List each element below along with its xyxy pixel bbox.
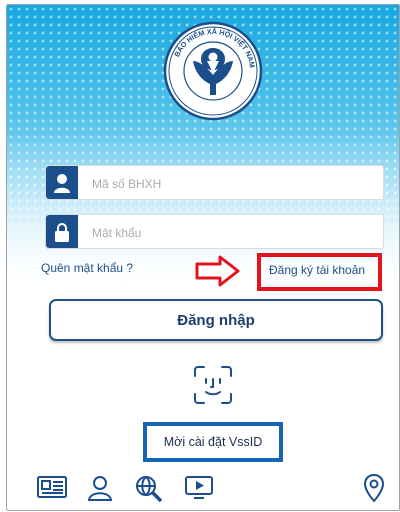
install-vssid-button[interactable]: Mời cài đặt VssID — [143, 422, 283, 462]
password-input[interactable] — [90, 215, 374, 250]
app-screen: BẢO HIỂM XÃ HỘI VIỆT NAM Quên mật khẩu ? — [6, 4, 400, 511]
location-pin-icon[interactable] — [363, 473, 385, 503]
bhxh-logo: BẢO HIỂM XÃ HỘI VIỆT NAM — [163, 21, 263, 121]
search-globe-icon[interactable] — [135, 475, 163, 503]
login-button[interactable]: Đăng nhập — [49, 299, 383, 341]
bottom-nav — [7, 471, 399, 509]
news-icon[interactable] — [37, 475, 67, 499]
person-icon[interactable] — [87, 475, 113, 501]
install-vssid-label: Mời cài đặt VssID — [163, 435, 263, 449]
password-field[interactable] — [45, 214, 384, 250]
forgot-password-link[interactable]: Quên mật khẩu ? — [41, 261, 133, 275]
register-account-link[interactable]: Đăng ký tài khoản — [269, 263, 365, 277]
bhxh-id-input[interactable] — [90, 166, 374, 201]
lock-icon — [46, 215, 78, 248]
face-id-icon[interactable] — [193, 365, 233, 405]
bhxh-id-field[interactable] — [45, 165, 384, 201]
user-icon — [46, 166, 78, 199]
right-arrow-icon — [195, 255, 240, 287]
video-play-icon[interactable] — [185, 475, 213, 499]
